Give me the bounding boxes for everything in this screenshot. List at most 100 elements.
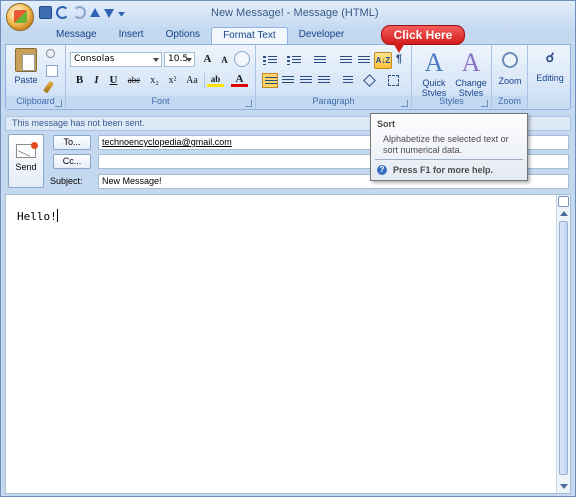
subscript-button[interactable]: x₂ xyxy=(146,73,163,88)
increase-indent-icon[interactable] xyxy=(356,53,372,68)
zoom-button[interactable]: Zoom xyxy=(494,48,526,86)
ruler-toggle-icon[interactable] xyxy=(558,196,569,207)
save-icon[interactable] xyxy=(39,6,52,19)
body-text[interactable]: Hello! xyxy=(17,209,58,223)
scrollbar-thumb[interactable] xyxy=(559,221,568,475)
callout-tail xyxy=(393,43,405,53)
zoom-group: Zoom Zoom xyxy=(492,45,528,109)
body-text-content: Hello! xyxy=(17,210,57,223)
tab-message[interactable]: Message xyxy=(45,27,108,45)
to-button[interactable]: To... xyxy=(53,135,91,150)
format-painter-icon[interactable] xyxy=(43,80,54,94)
italic-button[interactable]: I xyxy=(88,73,105,88)
superscript-glyph: x² xyxy=(168,75,177,86)
editing-button[interactable]: ☌ Editing xyxy=(532,48,568,83)
superscript-button[interactable]: x² xyxy=(164,73,181,88)
font-launcher-icon[interactable] xyxy=(245,100,252,107)
font-name-select[interactable]: Consolas xyxy=(70,52,162,67)
quick-styles-icon: A xyxy=(424,48,444,77)
office-button[interactable] xyxy=(6,3,34,31)
clear-formatting-icon[interactable] xyxy=(234,51,250,67)
previous-item-icon[interactable] xyxy=(90,8,100,17)
tab-insert[interactable]: Insert xyxy=(108,27,155,45)
office-logo-icon xyxy=(14,10,27,23)
decrease-indent-icon[interactable] xyxy=(338,53,354,68)
paste-label: Paste xyxy=(14,75,38,85)
font-size-select[interactable]: 10.5 xyxy=(164,52,195,67)
undo-icon[interactable] xyxy=(56,6,69,19)
shading-icon[interactable] xyxy=(362,73,378,88)
italic-glyph: I xyxy=(94,74,99,86)
show-hide-marks-icon[interactable]: ¶ xyxy=(396,53,412,68)
sort-icon: A↓Z xyxy=(375,56,391,65)
magnifier-icon xyxy=(502,52,518,68)
grow-font-glyph: A xyxy=(203,53,212,65)
vertical-scrollbar[interactable] xyxy=(556,195,570,493)
help-icon: ? xyxy=(377,165,387,175)
grow-font-button[interactable]: A xyxy=(199,52,216,67)
clipboard-launcher-icon[interactable] xyxy=(55,100,62,107)
multilevel-list-icon[interactable] xyxy=(312,53,328,68)
tab-developer[interactable]: Developer xyxy=(288,27,356,45)
align-left-icon[interactable] xyxy=(262,73,278,88)
ribbon-tabs: Message Insert Options Format Text Devel… xyxy=(45,27,355,45)
paragraph-group: A↓Z ¶ Paragraph xyxy=(256,45,412,109)
strikethrough-button[interactable]: abc xyxy=(123,73,145,88)
tooltip-title: Sort xyxy=(377,119,395,129)
paste-button[interactable]: Paste xyxy=(10,48,42,85)
tooltip-separator xyxy=(375,159,523,160)
customize-toolbar-icon[interactable] xyxy=(118,12,125,16)
paragraph-group-label: Paragraph xyxy=(256,96,411,109)
clipboard-group: Paste Clipboard xyxy=(6,45,66,109)
justify-icon[interactable] xyxy=(316,73,332,88)
sort-button[interactable]: A↓Z xyxy=(374,52,392,69)
strikethrough-glyph: abc xyxy=(127,75,141,85)
cc-button[interactable]: Cc... xyxy=(53,154,91,169)
paragraph-launcher-icon[interactable] xyxy=(401,100,408,107)
click-here-callout: Click Here xyxy=(381,25,465,45)
scroll-up-icon[interactable] xyxy=(560,211,568,216)
shrink-font-button[interactable]: A xyxy=(216,53,233,68)
cut-icon[interactable] xyxy=(46,49,55,58)
line-spacing-icon[interactable] xyxy=(338,73,354,88)
styles-launcher-icon[interactable] xyxy=(481,100,488,107)
chevron-down-icon xyxy=(186,58,192,62)
outlook-message-window: New Message! - Message (HTML) Message In… xyxy=(0,0,576,497)
styles-group-label: Styles xyxy=(412,96,491,109)
font-color-glyph: A xyxy=(235,73,244,85)
subject-label: Subject: xyxy=(50,176,83,186)
tooltip-body: Alphabetize the selected text or sort nu… xyxy=(383,134,509,155)
underline-button[interactable]: U xyxy=(105,73,122,88)
zoom-group-label: Zoom xyxy=(492,96,527,109)
shrink-font-glyph: A xyxy=(221,55,228,65)
font-group-label: Font xyxy=(66,96,255,109)
tab-format-text[interactable]: Format Text xyxy=(211,27,288,45)
change-styles-button[interactable]: A Change Styles xyxy=(452,48,490,98)
font-color-button[interactable]: A xyxy=(231,73,248,87)
numbering-icon[interactable] xyxy=(286,53,302,68)
envelope-icon xyxy=(16,142,38,158)
message-body[interactable]: Hello! xyxy=(5,194,571,494)
tab-options[interactable]: Options xyxy=(155,27,211,45)
quick-styles-button[interactable]: A Quick Styles xyxy=(416,48,452,98)
align-right-icon[interactable] xyxy=(298,73,314,88)
sort-tooltip: Sort Alphabetize the selected text or so… xyxy=(370,113,528,181)
redo-icon[interactable] xyxy=(73,6,86,19)
highlight-button[interactable]: ab xyxy=(207,73,224,87)
underline-glyph: U xyxy=(109,74,118,86)
bold-button[interactable]: B xyxy=(71,73,88,88)
bullets-icon[interactable] xyxy=(262,53,278,68)
align-center-icon[interactable] xyxy=(280,73,296,88)
highlight-glyph: ab xyxy=(210,74,221,84)
text-caret xyxy=(56,209,58,222)
ribbon: Paste Clipboard Consolas 10.5 A A B I U xyxy=(5,44,571,110)
scroll-down-icon[interactable] xyxy=(560,484,568,489)
send-button[interactable]: Send xyxy=(8,134,44,188)
font-group: Consolas 10.5 A A B I U abc x₂ x² Aa ab … xyxy=(66,45,256,109)
tooltip-help: Press F1 for more help. xyxy=(393,165,494,175)
change-case-button[interactable]: Aa xyxy=(182,73,202,88)
borders-icon[interactable] xyxy=(386,73,402,88)
next-item-icon[interactable] xyxy=(104,9,114,18)
to-recipient[interactable]: technoencyclopedia@gmail.com xyxy=(102,137,232,147)
copy-icon[interactable] xyxy=(46,65,58,77)
